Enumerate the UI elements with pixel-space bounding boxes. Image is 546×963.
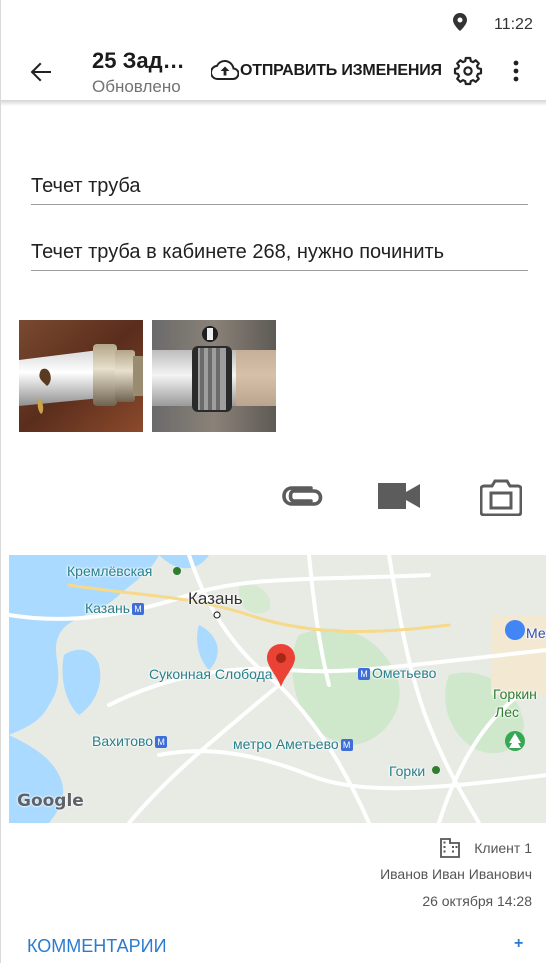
page-subtitle: Обновлено bbox=[92, 77, 181, 96]
title-field[interactable]: Течет труба bbox=[31, 175, 528, 205]
metro-icon: M bbox=[340, 739, 353, 752]
google-logo: Google bbox=[17, 791, 84, 811]
map-label-kazan-station-text: Казань bbox=[85, 600, 131, 616]
app-bar-shadow bbox=[1, 100, 546, 106]
photo-image-1 bbox=[19, 320, 143, 432]
map-background bbox=[9, 555, 546, 823]
paperclip-icon[interactable] bbox=[277, 478, 327, 514]
status-time: 11:22 bbox=[494, 16, 533, 33]
app-bar: 25 Задача Обновлено ОТПРАВИТЬ ИЗМЕНЕНИЯ bbox=[1, 40, 546, 102]
map-label-gorkinsky-les-2: Лес bbox=[495, 704, 519, 720]
map-label-kremlevskaya: Кремлёвская bbox=[67, 563, 153, 579]
map-view[interactable]: Кремлёвская Казань M Казань Суконная Слоб… bbox=[9, 555, 546, 823]
gear-icon[interactable] bbox=[453, 56, 483, 86]
map-label-ometyevo: M Ометьево bbox=[356, 665, 436, 681]
metro-icon: M bbox=[132, 603, 145, 616]
author-name: Иванов Иван Иванович bbox=[380, 866, 532, 882]
map-label-metro-ametyevo: метро Аметьево M bbox=[233, 736, 355, 752]
map-label-vahitovo-text: Вахитово bbox=[92, 733, 154, 749]
map-label-metro-ametyevo-text: метро Аметьево bbox=[233, 736, 339, 752]
send-changes-label: ОТПРАВИТЬ ИЗМЕНЕНИЯ bbox=[240, 62, 442, 79]
map-label-kazan-station: Казань M bbox=[85, 600, 146, 616]
send-changes-button[interactable]: ОТПРАВИТЬ ИЗМЕНЕНИЯ bbox=[211, 58, 442, 84]
video-camera-icon[interactable] bbox=[377, 478, 421, 514]
map-label-gorki: Горки bbox=[389, 763, 426, 779]
client-name: Клиент 1 bbox=[474, 840, 532, 856]
metro-icon: M bbox=[155, 736, 168, 749]
arrow-back-icon[interactable] bbox=[27, 58, 55, 86]
status-bar: 11:22 bbox=[1, 0, 546, 40]
more-vert-icon[interactable] bbox=[506, 58, 526, 84]
metro-icon: M bbox=[358, 668, 370, 681]
building-icon bbox=[440, 838, 461, 858]
photo-thumbnail-1[interactable] bbox=[19, 320, 143, 432]
page-title: 25 Задача bbox=[92, 48, 192, 73]
location-pin-icon bbox=[453, 13, 467, 31]
cloud-upload-icon bbox=[211, 60, 239, 80]
created-date: 26 октября 14:28 bbox=[422, 893, 532, 909]
client-info: Клиент 1 bbox=[440, 838, 532, 858]
map-label-vahitovo: Вахитово M bbox=[92, 733, 169, 749]
map-label-sukonnaya: Суконная Слобода bbox=[149, 666, 273, 682]
map-label-ometyevo-text: Ометьево bbox=[372, 665, 437, 681]
camera-icon[interactable] bbox=[480, 478, 522, 516]
photo-image-2 bbox=[152, 320, 276, 432]
photo-thumbnail-2[interactable] bbox=[152, 320, 276, 432]
description-field[interactable]: Течет труба в кабинете 268, нужно почини… bbox=[31, 241, 528, 271]
add-comment-button[interactable]: + bbox=[514, 935, 523, 953]
map-label-gorkinsky-les-1: Горкин bbox=[493, 686, 537, 702]
map-label-kazan-city: Казань bbox=[188, 589, 243, 608]
title-block: 25 Задача Обновлено bbox=[92, 48, 192, 97]
comments-header[interactable]: КОММЕНТАРИИ bbox=[27, 936, 167, 957]
map-label-me: Ме bbox=[526, 625, 546, 641]
